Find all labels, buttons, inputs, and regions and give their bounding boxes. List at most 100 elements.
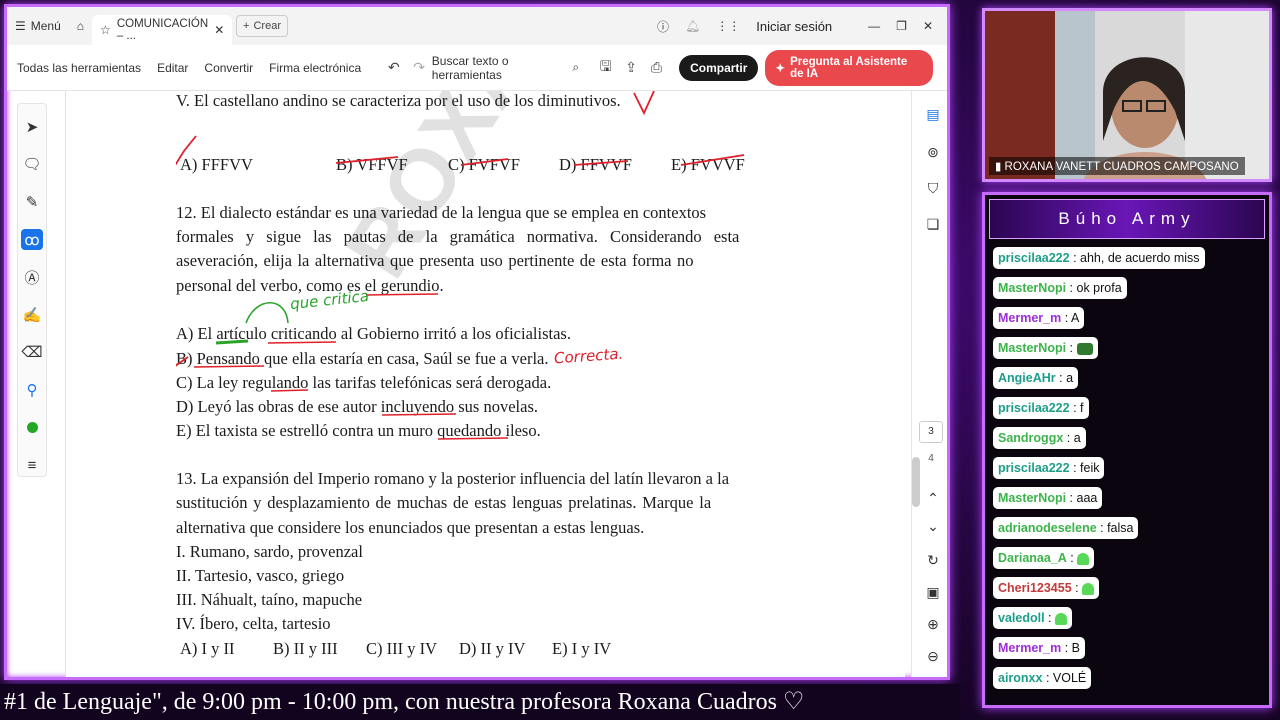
current-page-box[interactable]: 3 xyxy=(919,421,943,443)
chat-message: Mermer_m : A xyxy=(993,307,1269,337)
refresh-icon[interactable]: ↻ xyxy=(922,549,944,571)
highlight-icon[interactable]: ✍ xyxy=(21,304,43,326)
more-lines-icon[interactable]: ≡ xyxy=(21,454,43,476)
menu-convert[interactable]: Convertir xyxy=(196,61,261,75)
underline-regulando xyxy=(270,389,309,392)
chat-username[interactable]: Mermer_m xyxy=(998,641,1061,655)
chat-separator: : xyxy=(1044,611,1055,625)
chat-bubble: MasterNopi : aaa xyxy=(993,487,1103,509)
search-icon[interactable]: ⌕ xyxy=(572,60,579,75)
restore-icon[interactable]: ❐ xyxy=(896,19,907,33)
chat-username[interactable]: aironxx xyxy=(998,671,1042,685)
undo-icon[interactable]: ↶ xyxy=(381,59,406,76)
chat-username[interactable]: Darianaa_A xyxy=(998,551,1067,565)
page-down-icon[interactable]: ⌄ xyxy=(922,515,944,537)
underline-criticando xyxy=(267,341,337,344)
chat-message: Sandroggx : a xyxy=(993,427,1269,457)
pdf-page: ROXANA V. El castellano andino se caract… xyxy=(176,91,756,677)
chat-username[interactable]: priscilaa222 xyxy=(998,401,1070,415)
chat-text: falsa xyxy=(1107,521,1134,535)
zoom-out-icon[interactable]: ⊖ xyxy=(922,645,944,667)
chat-username[interactable]: valedoll xyxy=(998,611,1045,625)
share-button[interactable]: Compartir xyxy=(679,54,759,81)
save-icon[interactable]: 🖫 xyxy=(593,56,618,80)
new-tab-label: Crear xyxy=(253,20,281,32)
page-scrollbar[interactable] xyxy=(912,457,920,507)
upload-icon[interactable]: ⇪ xyxy=(618,59,643,76)
chat-bubble: MasterNopi : ok profa xyxy=(993,277,1127,299)
chat-text: ok profa xyxy=(1076,281,1122,295)
chat-separator: : xyxy=(1071,581,1083,595)
pin-icon[interactable]: ⚲ xyxy=(21,379,43,401)
tab-document[interactable]: ☆ COMUNICACIÓN – ... ✕ xyxy=(92,15,233,45)
menu-esign[interactable]: Firma electrónica xyxy=(261,61,369,75)
help-icon[interactable]: ⓘ xyxy=(657,18,669,35)
search-tools[interactable]: Buscar texto o herramientas ⌕ xyxy=(432,54,593,82)
close-tab-icon[interactable]: ✕ xyxy=(214,23,224,37)
fit-page-icon[interactable]: ▣ xyxy=(922,581,944,603)
ai-assistant-label: Pregunta al Asistente de IA xyxy=(790,55,908,80)
chat-text: f xyxy=(1080,401,1084,415)
menu-all-tools[interactable]: Todas las herramientas xyxy=(7,61,149,75)
copy-pages-icon[interactable]: ❏ xyxy=(922,213,944,235)
chat-username[interactable]: adrianodeselene xyxy=(998,521,1097,535)
chat-message: MasterNopi : aaa xyxy=(993,487,1269,517)
chat-username[interactable]: priscilaa222 xyxy=(998,251,1070,265)
chat-username[interactable]: Sandroggx xyxy=(998,431,1063,445)
pdf-viewer-window: ☰ Menú ⌂ ☆ COMUNICACIÓN – ... ✕ + Crear … xyxy=(4,4,950,680)
chat-bubble: Cheri123455 : xyxy=(993,577,1100,599)
chat-bubble: aironxx : VOLÉ xyxy=(993,667,1092,689)
redo-icon[interactable]: ↷ xyxy=(406,59,431,76)
chat-message: Cheri123455 : xyxy=(993,577,1269,607)
check-mark-option-a xyxy=(176,135,197,166)
chat-message: adrianodeselene : falsa xyxy=(993,517,1269,547)
chat-message: priscilaa222 : ahh, de acuerdo miss xyxy=(993,247,1269,277)
chat-separator: : xyxy=(1055,371,1067,385)
color-dot-icon[interactable] xyxy=(21,417,43,439)
select-cursor-icon[interactable]: ➤ xyxy=(21,116,43,138)
bookmark-icon[interactable]: ⛉ xyxy=(922,177,944,199)
apps-grid-icon[interactable]: ⋮⋮ xyxy=(716,19,740,33)
chat-username[interactable]: MasterNopi xyxy=(998,341,1066,355)
bell-icon[interactable]: 🔔︎ xyxy=(685,19,700,33)
star-icon[interactable]: ☆ xyxy=(100,23,111,37)
document-area[interactable]: ROXANA V. El castellano andino se caract… xyxy=(65,91,905,677)
pen-icon[interactable]: ✎ xyxy=(21,191,43,213)
close-window-icon[interactable]: ✕ xyxy=(923,19,933,33)
comment-panel-icon[interactable]: ⊚ xyxy=(922,141,944,163)
chat-message: priscilaa222 : feik xyxy=(993,457,1269,487)
webcam-name: ROXANA VANETT CUADROS CAMPOSANO xyxy=(1004,161,1239,173)
zoom-in-icon[interactable]: ⊕ xyxy=(922,613,944,635)
ai-summary-icon[interactable]: ▤ xyxy=(922,103,944,125)
eraser-icon[interactable]: ⌫ xyxy=(21,342,43,364)
chat-bubble: MasterNopi : xyxy=(993,337,1098,359)
green-underline-articulo xyxy=(215,339,249,345)
signin-button[interactable]: Iniciar sesión xyxy=(756,19,832,34)
strike-option-b xyxy=(335,156,399,164)
chat-username[interactable]: Mermer_m xyxy=(998,311,1061,325)
freehand-draw-icon[interactable]: ꝏ xyxy=(21,228,43,251)
comment-icon[interactable]: 🗨︎ xyxy=(21,154,43,176)
chat-username[interactable]: MasterNopi xyxy=(998,281,1066,295)
new-tab-button[interactable]: + Crear xyxy=(236,15,288,37)
text-box-icon[interactable]: Ⓐ xyxy=(21,266,43,288)
ghost-emote-icon xyxy=(1054,612,1067,625)
chat-message: Darianaa_A : xyxy=(993,547,1269,577)
underline-pensando xyxy=(193,365,265,368)
tab-bar: ☰ Menú ⌂ ☆ COMUNICACIÓN – ... ✕ + Crear … xyxy=(7,7,947,45)
chat-username[interactable]: Cheri123455 xyxy=(998,581,1072,595)
minimize-icon[interactable]: — xyxy=(868,19,880,33)
chat-username[interactable]: MasterNopi xyxy=(998,491,1066,505)
print-icon[interactable]: ⎙ xyxy=(644,59,669,76)
menu-edit[interactable]: Editar xyxy=(149,61,196,75)
chat-separator: : xyxy=(1066,491,1077,505)
chat-bubble: priscilaa222 : f xyxy=(993,397,1089,419)
snake-emote-icon xyxy=(1076,342,1093,355)
ai-assistant-button[interactable]: ✦ Pregunta al Asistente de IA xyxy=(765,49,933,86)
menu-button[interactable]: ☰ Menú xyxy=(7,7,69,45)
chat-username[interactable]: AngieAHr xyxy=(998,371,1056,385)
chat-bubble: valedoll : xyxy=(993,607,1072,629)
page-up-icon[interactable]: ⌃ xyxy=(922,487,944,509)
chat-username[interactable]: priscilaa222 xyxy=(998,461,1070,475)
home-button[interactable]: ⌂ xyxy=(69,7,92,45)
